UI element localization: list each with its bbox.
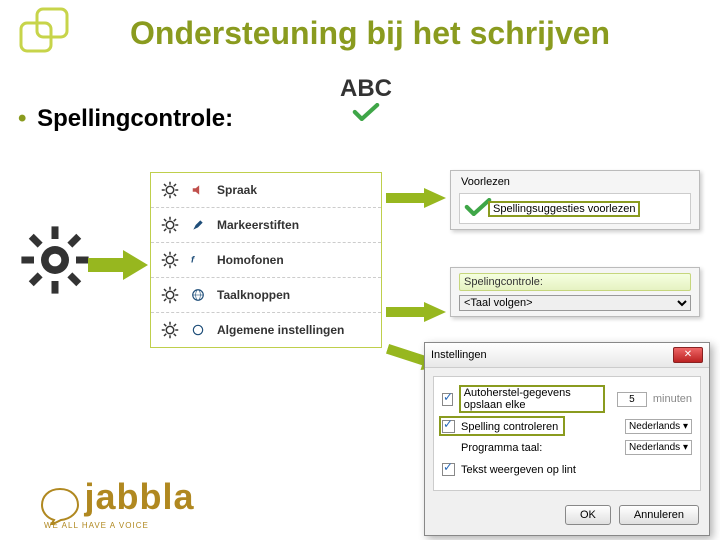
close-button[interactable]: ✕ <box>673 347 703 363</box>
voorlezen-checkbox-row[interactable]: Spellingsuggesties voorlezen <box>459 193 691 224</box>
spellcheck-lang-select[interactable]: Nederlands ▾ <box>625 419 692 434</box>
abc-spellcheck-icon: ABC <box>340 75 392 126</box>
checkbox-label: Spellingsuggesties voorlezen <box>493 203 635 215</box>
autosave-value-input[interactable] <box>617 392 647 407</box>
settings-item-label: Spraak <box>217 183 257 197</box>
spellingsuggesties-highlight: Spellingsuggesties voorlezen <box>488 201 640 217</box>
voorlezen-panel: Voorlezen Spellingsuggesties voorlezen <box>450 170 700 230</box>
spelingcontrole-label: Spelingcontrole: <box>459 273 691 291</box>
globe-icon <box>191 288 205 302</box>
showtext-row: Tekst weergeven op lint <box>442 463 692 476</box>
general-settings-icon <box>191 323 205 337</box>
voorlezen-header: Voorlezen <box>459 176 691 188</box>
settings-item-taalknoppen[interactable]: Taalknoppen <box>151 278 381 313</box>
programlang-select[interactable]: Nederlands ▾ <box>625 440 692 455</box>
svg-text:f: f <box>191 254 195 264</box>
programlang-label: Programma taal: <box>461 442 542 454</box>
abc-label: ABC <box>340 75 392 103</box>
settings-item-spraak[interactable]: Spraak <box>151 173 381 208</box>
dialog-footer: OK Annuleren <box>425 499 709 535</box>
spellcheck-highlight <box>439 416 565 436</box>
settings-item-label: Markeerstiften <box>217 218 299 232</box>
settings-item-algemeen[interactable]: Algemene instellingen <box>151 313 381 347</box>
autosave-row: Autoherstel-gegevens opslaan elke minute… <box>442 385 692 413</box>
page-title: Ondersteuning bij het schrijven <box>130 15 610 52</box>
showtext-label: Tekst weergeven op lint <box>461 464 576 476</box>
dialog-titlebar: Instellingen ✕ <box>425 343 709 368</box>
settings-item-label: Homofonen <box>217 253 284 267</box>
spelingcontrole-panel: Spelingcontrole: <Taal volgen> <box>450 267 700 317</box>
settings-item-label: Algemene instellingen <box>217 323 344 337</box>
spelingcontrole-select[interactable]: <Taal volgen> <box>459 295 691 311</box>
homophone-icon: f <box>191 253 205 267</box>
dialog-title: Instellingen <box>431 349 487 361</box>
bullet-icon: • <box>18 105 26 132</box>
settings-list: Spraak Markeerstiften f Homofonen Taalkn… <box>150 172 382 348</box>
settings-item-homofonen[interactable]: f Homofonen <box>151 243 381 278</box>
logo-brand: jabbla <box>84 476 194 517</box>
checkbox-icon <box>464 198 482 219</box>
gear-icon <box>20 225 90 295</box>
subtitle: • Spellingcontrole: <box>18 105 233 133</box>
speaker-icon <box>191 183 205 197</box>
ok-button[interactable]: OK <box>565 505 611 525</box>
subtitle-text: Spellingcontrole: <box>37 105 233 132</box>
instellingen-dialog: Instellingen ✕ Autoherstel-gegevens opsl… <box>424 342 710 536</box>
arrow-to-settings-list <box>88 250 148 280</box>
autosave-unit: minuten <box>653 393 692 405</box>
dialog-body: Autoherstel-gegevens opslaan elke minute… <box>433 376 701 491</box>
settings-item-markeerstiften[interactable]: Markeerstiften <box>151 208 381 243</box>
programlang-row: Programma taal: Nederlands ▾ <box>442 440 692 455</box>
arrow-to-spelingcontrole <box>386 302 446 322</box>
showtext-checkbox[interactable] <box>442 463 455 476</box>
arrow-to-voorlezen <box>386 188 446 208</box>
highlighter-icon <box>191 218 205 232</box>
settings-item-label: Taalknoppen <box>217 288 290 302</box>
corner-logo <box>15 5 85 55</box>
logo-tagline: WE ALL HAVE A VOICE <box>44 521 194 530</box>
autosave-label: Autoherstel-gegevens opslaan elke <box>464 387 571 411</box>
spellcheck-row: Spelling controleren Nederlands ▾ <box>442 419 692 434</box>
autosave-highlight: Autoherstel-gegevens opslaan elke <box>459 385 605 413</box>
jabbla-logo: jabbla WE ALL HAVE A VOICE <box>40 476 194 530</box>
autosave-checkbox[interactable] <box>442 393 453 406</box>
cancel-button[interactable]: Annuleren <box>619 505 699 525</box>
